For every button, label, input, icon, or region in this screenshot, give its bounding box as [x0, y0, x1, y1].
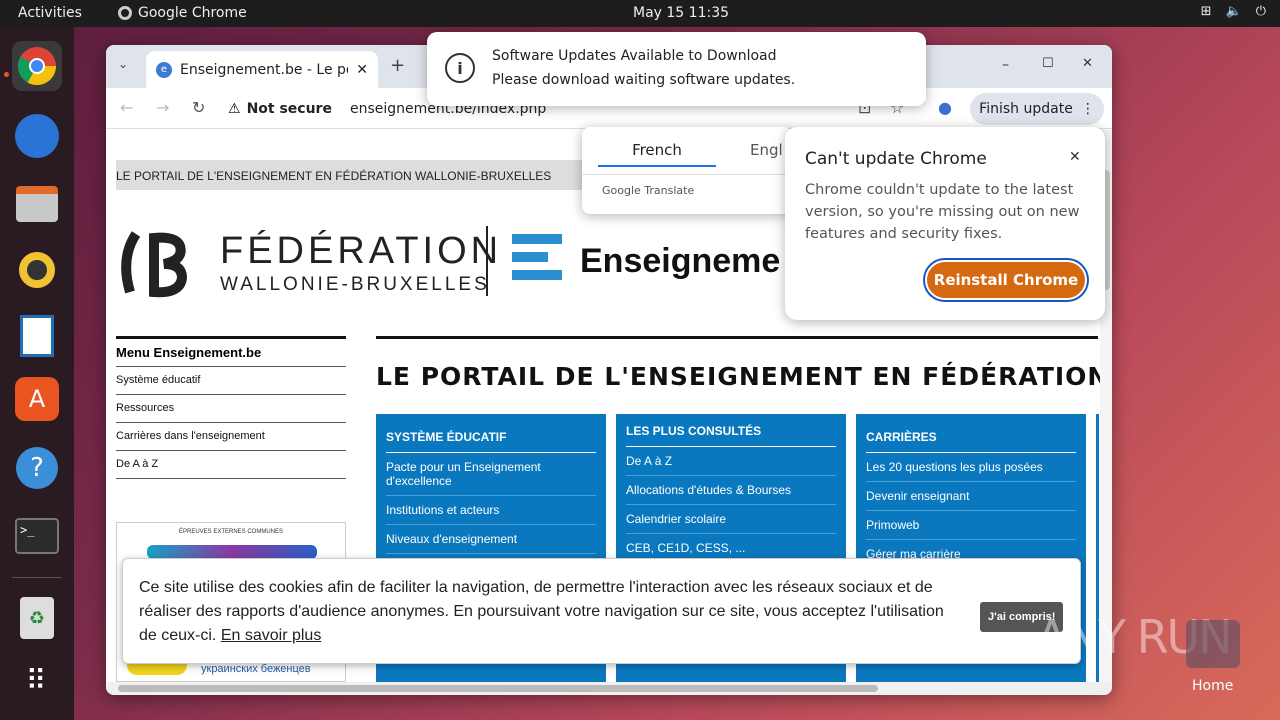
fwb-emblem-icon [121, 231, 188, 298]
section-link[interactable]: Les 20 questions les plus posées [866, 453, 1076, 482]
logo-divider [486, 226, 488, 296]
menu-item-a-z[interactable]: De A à Z [116, 451, 346, 479]
translate-bubble: French Engl Google Translate [582, 127, 792, 214]
reload-icon[interactable]: ↻ [192, 98, 205, 117]
system-top-bar: Activities Google Chrome May 15 11:35 ⊞ … [0, 0, 1280, 27]
menu-title: Menu Enseignement.be [116, 336, 346, 367]
favicon-icon: e [156, 61, 172, 78]
finish-update-label: Finish update [979, 101, 1073, 117]
home-folder-label[interactable]: Home [1192, 678, 1233, 694]
activities-button[interactable]: Activities [18, 5, 82, 21]
tab-search-icon[interactable]: ⌄ [118, 57, 128, 71]
tab-title: Enseignement.be - Le portail [180, 61, 348, 78]
popup-body: Chrome couldn't update to the latest ver… [805, 182, 1080, 242]
section-link[interactable]: Pacte pour un Enseignement d'excellence [386, 453, 596, 496]
kebab-menu-icon: ⋮ [1080, 101, 1095, 117]
popup-title: Can't update Chrome [805, 149, 987, 169]
update-notification[interactable]: i Software Updates Available to Download… [427, 32, 926, 106]
popup-close-icon[interactable]: ✕ [1069, 149, 1081, 165]
cookie-learn-more-link[interactable]: En savoir plus [221, 627, 322, 644]
reinstall-chrome-button[interactable]: Reinstall Chrome [925, 260, 1087, 300]
logo-line-1: FÉDÉRATION [220, 230, 503, 272]
terminal-icon[interactable]: >_ [12, 511, 62, 561]
system-tray[interactable]: ⊞ 🔈 ⏻ [1201, 4, 1266, 19]
show-apps-icon[interactable]: ⠿ [12, 655, 62, 705]
side-menu: Menu Enseignement.be Système éducatif Re… [116, 336, 346, 479]
info-icon: i [445, 53, 475, 83]
main-divider [376, 336, 1098, 339]
portal-header-text: LE PORTAIL DE L'ENSEIGNEMENT EN FÉDÉRATI… [116, 169, 552, 183]
section-link[interactable]: Institutions et acteurs [386, 496, 596, 525]
section-title[interactable]: CARRIÈRES [866, 414, 1076, 453]
menu-item-carrieres[interactable]: Carrières dans l'enseignement [116, 423, 346, 451]
app-menu[interactable]: Google Chrome [118, 5, 247, 21]
help-icon[interactable]: ? [12, 443, 62, 493]
rhythmbox-icon[interactable] [12, 245, 62, 295]
dock: A ? >_ ♻ ⠿ [0, 27, 74, 720]
menu-item-ressources[interactable]: Ressources [116, 395, 346, 423]
portal-header-bar: LE PORTAIL DE L'ENSEIGNEMENT EN FÉDÉRATI… [116, 160, 586, 190]
cant-update-popup: Can't update Chrome ✕ Chrome couldn't up… [785, 127, 1105, 320]
tab-close-icon[interactable]: ✕ [356, 62, 368, 78]
new-tab-button[interactable]: + [390, 55, 405, 76]
dock-separator [12, 577, 62, 578]
maximize-button[interactable]: ☐ [1042, 56, 1054, 71]
portal-title: LE PORTAIL DE L'ENSEIGNEMENT EN FÉDÉRATI… [376, 362, 1112, 391]
network-icon: ⊞ [1200, 4, 1212, 19]
logo-enseignement-text: Enseigneme [580, 242, 781, 280]
translate-tab-english[interactable]: Engl [750, 141, 783, 159]
section-link[interactable]: Devenir enseignant [866, 482, 1076, 511]
app-center-icon[interactable]: A [15, 377, 59, 421]
forward-icon[interactable]: → [156, 98, 169, 117]
home-folder-icon[interactable] [1186, 620, 1240, 668]
chrome-dock-icon[interactable] [12, 41, 62, 91]
notification-body: Please download waiting software updates… [492, 72, 796, 88]
chrome-small-icon [118, 6, 132, 20]
power-icon: ⏻ [1255, 4, 1266, 19]
logo-line-2: WALLONIE-BRUXELLES [220, 274, 490, 295]
not-secure-label: Not secure [246, 101, 332, 117]
warning-icon: ⚠ [228, 101, 241, 117]
cookie-banner: Ce site utilise des cookies afin de faci… [122, 558, 1081, 664]
section-link[interactable]: Niveaux d'enseignement [386, 525, 596, 554]
clock[interactable]: May 15 11:35 [633, 5, 729, 21]
section-link[interactable]: Calendrier scolaire [626, 505, 836, 534]
tab-enseignement[interactable]: e Enseignement.be - Le portail ✕ [146, 51, 378, 88]
finish-update-button[interactable]: Finish update ⋮ [970, 93, 1104, 125]
banner-caption: ÉPREUVES EXTERNES COMMUNES [178, 529, 284, 535]
files-icon[interactable] [12, 179, 62, 229]
section-title[interactable]: SYSTÈME ÉDUCATIF [386, 414, 596, 453]
section-link[interactable]: De A à Z [626, 447, 836, 476]
app-menu-label: Google Chrome [138, 5, 247, 21]
translate-divider [582, 174, 792, 175]
banner-art [147, 545, 317, 559]
translate-tab-french[interactable]: French [598, 141, 716, 167]
google-translate-brand: Google Translate [602, 184, 695, 197]
profile-icon[interactable]: ● [938, 98, 952, 117]
banner-bottom-text: украинских беженцев [201, 663, 311, 675]
horizontal-scrollbar[interactable] [106, 682, 1112, 695]
section-title[interactable]: LES PLUS CONSULTÉS [626, 414, 836, 447]
notification-title: Software Updates Available to Download [492, 48, 777, 64]
section-link[interactable]: Primoweb [866, 511, 1076, 540]
thunderbird-icon[interactable] [12, 111, 62, 161]
section-link[interactable]: Allocations d'études & Bourses [626, 476, 836, 505]
volume-icon: 🔈 [1225, 4, 1242, 19]
minimize-button[interactable]: – [1002, 57, 1009, 73]
menu-item-systeme[interactable]: Système éducatif [116, 367, 346, 395]
enseignement-e-icon [512, 234, 562, 280]
writer-icon[interactable] [12, 311, 62, 361]
back-icon[interactable]: ← [120, 98, 133, 117]
horizontal-scroll-thumb[interactable] [118, 685, 878, 692]
running-indicator [4, 72, 9, 77]
close-window-button[interactable]: ✕ [1082, 56, 1093, 71]
trash-icon[interactable]: ♻ [12, 593, 62, 643]
